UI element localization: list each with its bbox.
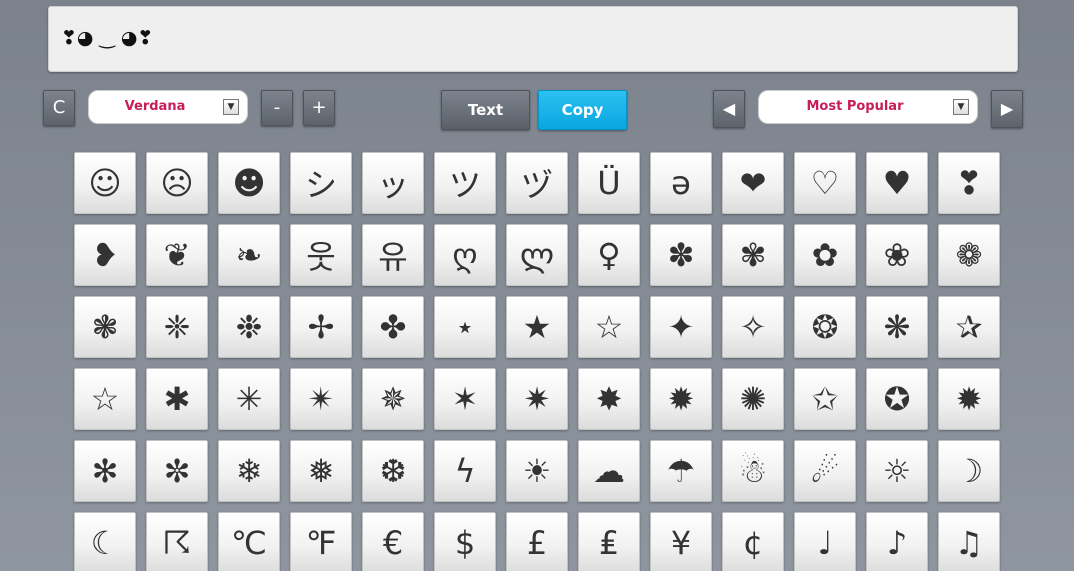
symbol-key[interactable]: ✷ bbox=[506, 368, 568, 430]
symbol-key[interactable]: ☻ bbox=[218, 152, 280, 214]
decrease-size-button[interactable]: - bbox=[261, 90, 293, 126]
symbol-key[interactable]: ❄ bbox=[218, 440, 280, 502]
symbol-key[interactable]: ✼ bbox=[146, 440, 208, 502]
symbol-key[interactable]: ✻ bbox=[74, 440, 136, 502]
symbol-key[interactable]: ✪ bbox=[866, 368, 928, 430]
symbol-key[interactable]: ❂ bbox=[794, 296, 856, 358]
symbol-key[interactable]: ¥ bbox=[650, 512, 712, 571]
symbol-key[interactable]: Ü bbox=[578, 152, 640, 214]
symbol-key[interactable]: ✽ bbox=[650, 224, 712, 286]
symbol-key[interactable]: € bbox=[362, 512, 424, 571]
symbol-key[interactable]: $ bbox=[434, 512, 496, 571]
symbol-key[interactable]: ✦ bbox=[650, 296, 712, 358]
increase-size-button[interactable]: + bbox=[303, 90, 335, 126]
symbol-key[interactable]: ♀ bbox=[578, 224, 640, 286]
symbol-key[interactable]: ✱ bbox=[146, 368, 208, 430]
symbol-key[interactable]: 웃 bbox=[290, 224, 352, 286]
copy-button[interactable]: Copy bbox=[538, 90, 627, 130]
symbol-key[interactable]: ℉ bbox=[290, 512, 352, 571]
text-button[interactable]: Text bbox=[441, 90, 530, 130]
symbol-key[interactable]: シ bbox=[290, 152, 352, 214]
symbol-key[interactable]: ❃ bbox=[74, 296, 136, 358]
symbol-key[interactable]: ☁ bbox=[578, 440, 640, 502]
symbol-key[interactable]: ✩ bbox=[794, 368, 856, 430]
symbol-key[interactable]: ϟ bbox=[434, 440, 496, 502]
symbol-key[interactable]: ❅ bbox=[290, 440, 352, 502]
symbol-key[interactable]: ☈ bbox=[146, 512, 208, 571]
symbol-key[interactable]: ✰ bbox=[938, 296, 1000, 358]
symbol-key[interactable]: ♡ bbox=[794, 152, 856, 214]
symbol-key[interactable]: ✿ bbox=[794, 224, 856, 286]
font-select[interactable]: Verdana ▼ bbox=[88, 90, 248, 124]
symbol-key[interactable]: ♥ bbox=[866, 152, 928, 214]
symbol-key[interactable]: 유 bbox=[362, 224, 424, 286]
symbol-key[interactable]: ☆ bbox=[74, 368, 136, 430]
symbol-key[interactable]: ₤ bbox=[578, 512, 640, 571]
symbol-key[interactable]: ǝ bbox=[650, 152, 712, 214]
symbol-key[interactable]: ✴ bbox=[290, 368, 352, 430]
arrow-right-icon: ▶ bbox=[1000, 99, 1014, 118]
symbol-key[interactable]: ❋ bbox=[866, 296, 928, 358]
symbol-key[interactable]: ✺ bbox=[722, 368, 784, 430]
symbol-key[interactable]: ✹ bbox=[650, 368, 712, 430]
symbol-key[interactable]: ヅ bbox=[506, 152, 568, 214]
symbol-key[interactable]: ✸ bbox=[578, 368, 640, 430]
category-select-value: Most Popular bbox=[806, 99, 904, 114]
symbol-key[interactable]: ✶ bbox=[434, 368, 496, 430]
symbol-key[interactable]: ッ bbox=[362, 152, 424, 214]
chevron-down-icon[interactable]: ▼ bbox=[953, 99, 969, 115]
symbol-key[interactable]: ✧ bbox=[722, 296, 784, 358]
symbol-key[interactable]: ♫ bbox=[938, 512, 1000, 571]
symbol-key[interactable]: ☃ bbox=[722, 440, 784, 502]
symbol-key[interactable]: ⋆ bbox=[434, 296, 496, 358]
symbol-key[interactable]: ✵ bbox=[362, 368, 424, 430]
output-textbox[interactable]: ❣◕ ‿ ◕❣ bbox=[48, 6, 1018, 72]
symbol-key[interactable]: ¢ bbox=[722, 512, 784, 571]
symbol-key[interactable]: ☼ bbox=[866, 440, 928, 502]
symbol-key[interactable]: ❆ bbox=[362, 440, 424, 502]
symbol-key[interactable]: ☆ bbox=[578, 296, 640, 358]
arrow-left-icon: ◀ bbox=[722, 99, 736, 118]
symbol-key[interactable]: ★ bbox=[506, 296, 568, 358]
symbol-key[interactable]: ❧ bbox=[218, 224, 280, 286]
symbol-grid: ☺ ☹ ☻ シッツヅ Üǝ ❤ ♡ ♥ ❣ ❥ ❦ ❧ 웃 유 ღ ლ ♀ ✽ ✾ ✿ ❀ ❁ ❃ ❈ ❉ ✢ ✤ ⋆ ★ ☆ ✦ ✧ ❂ ❋ ✰ ☆… bbox=[74, 152, 1000, 571]
category-select[interactable]: Most Popular ▼ bbox=[758, 90, 978, 124]
symbol-key[interactable]: ლ bbox=[506, 224, 568, 286]
symbol-key[interactable]: ❣ bbox=[938, 152, 1000, 214]
symbol-key[interactable]: ☾ bbox=[74, 512, 136, 571]
symbol-key[interactable]: ✹ bbox=[938, 368, 1000, 430]
symbol-key[interactable]: ☺ bbox=[74, 152, 136, 214]
symbol-key[interactable]: ✾ bbox=[722, 224, 784, 286]
symbol-key[interactable]: ☂ bbox=[650, 440, 712, 502]
symbol-key[interactable]: ☀ bbox=[506, 440, 568, 502]
symbol-key[interactable]: ☄ bbox=[794, 440, 856, 502]
symbol-key[interactable]: ♩ bbox=[794, 512, 856, 571]
symbol-key[interactable]: £ bbox=[506, 512, 568, 571]
symbol-key[interactable]: ❈ bbox=[146, 296, 208, 358]
symbol-key[interactable]: ℃ bbox=[218, 512, 280, 571]
symbol-key[interactable]: ❀ bbox=[866, 224, 928, 286]
symbol-key[interactable]: ☽ bbox=[938, 440, 1000, 502]
next-category-button[interactable]: ▶ bbox=[991, 90, 1023, 128]
symbol-key[interactable]: ♪ bbox=[866, 512, 928, 571]
symbol-key[interactable]: ✢ bbox=[290, 296, 352, 358]
clear-button[interactable]: C bbox=[43, 90, 75, 126]
symbol-key[interactable]: ツ bbox=[434, 152, 496, 214]
symbol-key[interactable]: ❥ bbox=[74, 224, 136, 286]
font-select-value: Verdana bbox=[124, 99, 186, 114]
symbol-key[interactable]: ✳ bbox=[218, 368, 280, 430]
symbol-key[interactable]: ❁ bbox=[938, 224, 1000, 286]
symbol-key[interactable]: ღ bbox=[434, 224, 496, 286]
symbol-key[interactable]: ✤ bbox=[362, 296, 424, 358]
symbol-key[interactable]: ❤ bbox=[722, 152, 784, 214]
symbol-key[interactable]: ❦ bbox=[146, 224, 208, 286]
chevron-down-icon[interactable]: ▼ bbox=[223, 99, 239, 115]
previous-category-button[interactable]: ◀ bbox=[713, 90, 745, 128]
output-text: ❣◕ ‿ ◕❣ bbox=[61, 27, 154, 49]
symbol-key[interactable]: ☹ bbox=[146, 152, 208, 214]
symbol-key[interactable]: ❉ bbox=[218, 296, 280, 358]
